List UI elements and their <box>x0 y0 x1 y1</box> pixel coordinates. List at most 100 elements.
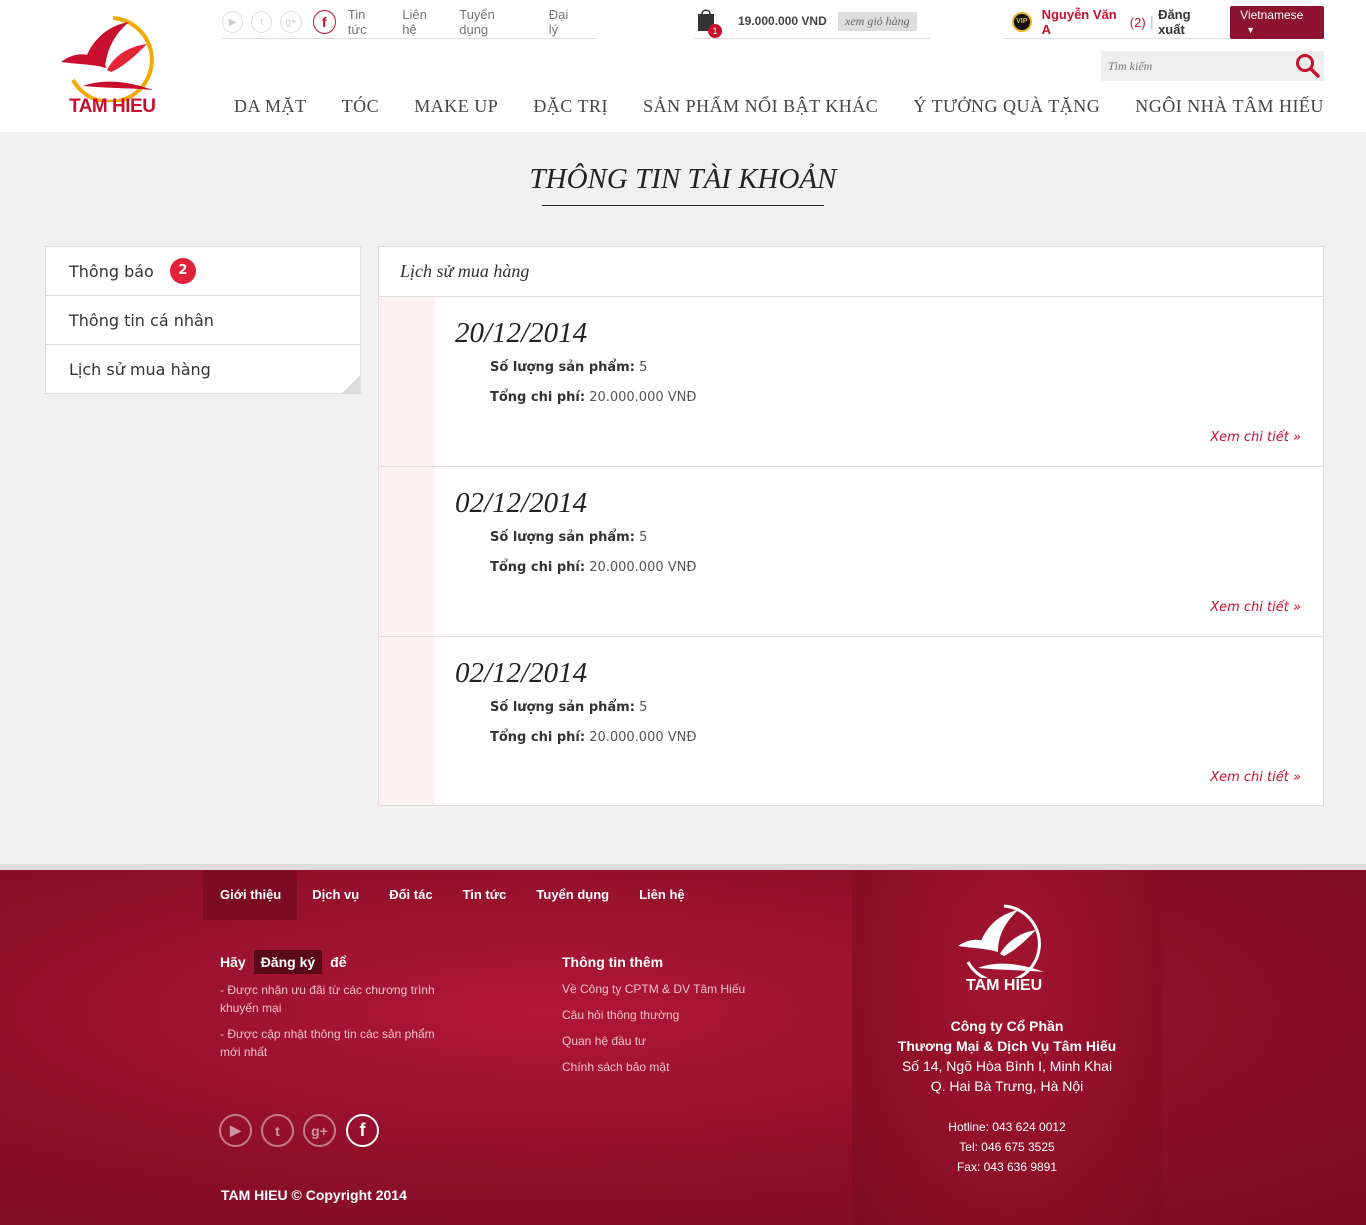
footer-nav-news[interactable]: Tin tức <box>448 870 522 920</box>
register-suffix: để <box>330 954 347 970</box>
search-input[interactable] <box>1101 51 1291 81</box>
top-link-careers[interactable]: Tuyển dụng <box>459 7 525 37</box>
company-address-line: Q. Hai Bà Trưng, Hà Nội <box>930 1078 1084 1094</box>
user-name-link[interactable]: Nguyễn Văn A <box>1042 7 1127 37</box>
nav-item-face[interactable]: DA MẶT <box>234 96 307 117</box>
sidebar-item-label: Lịch sử mua hàng <box>69 359 211 379</box>
order-item: 02/12/2014 Số lượng sản phẩm: 5 Tổng chi… <box>379 637 1323 805</box>
register-benefit: - Được cập nhật thông tin các sản phẩm m… <box>220 1027 435 1059</box>
sidebar-item-label: Thông tin cá nhân <box>69 310 214 330</box>
account-sidebar: Thông báo 2 Thông tin cá nhân Lịch sử mu… <box>45 246 361 394</box>
order-quantity: Số lượng sản phẩm: 5 <box>490 530 647 545</box>
google-plus-icon[interactable]: g+ <box>303 1114 336 1147</box>
title-underline <box>542 205 824 206</box>
company-info: Công ty Cổ Phần Thương Mại & Dịch Vụ Tâm… <box>852 1016 1162 1096</box>
hotline: Hotline: 043 624 0012 <box>948 1120 1066 1134</box>
vip-icon: VIP <box>1012 12 1032 32</box>
footer-logo-text: TAM HIEU <box>966 977 1043 994</box>
company-contacts: Hotline: 043 624 0012 Tel: 046 675 3525 … <box>852 1117 1162 1177</box>
quantity-value: 5 <box>639 700 648 715</box>
top-link-dealers[interactable]: Đại lý <box>549 7 580 37</box>
panel-title: Lịch sử mua hàng <box>379 247 1323 297</box>
page-title: THÔNG TIN TÀI KHOẢN <box>529 163 837 195</box>
footer-register: Hãy Đăng ký để <box>220 950 347 974</box>
view-detail-link[interactable]: Xem chi tiết » <box>1210 770 1301 785</box>
register-button[interactable]: Đăng ký <box>253 950 323 974</box>
register-prefix: Hãy <box>220 954 246 970</box>
cart-count-badge: 1 <box>708 24 722 38</box>
user-separator: | <box>1149 14 1155 30</box>
order-quantity: Số lượng sản phẩm: 5 <box>490 360 647 375</box>
youtube-icon[interactable]: ▶ <box>222 11 244 33</box>
purchase-history-panel: Lịch sử mua hàng 20/12/2014 Số lượng sản… <box>378 246 1324 806</box>
order-date: 02/12/2014 <box>455 487 588 519</box>
order-cost: Tổng chi phí: 20.000.000 VNĐ <box>490 390 696 405</box>
view-detail-link[interactable]: Xem chi tiết » <box>1210 430 1301 445</box>
facebook-icon[interactable]: f <box>312 10 336 34</box>
twitter-icon[interactable]: t <box>251 11 273 33</box>
language-select[interactable]: Vietnamese ▼ <box>1230 5 1324 39</box>
footer-nav-about[interactable]: Giới thiệu <box>203 870 298 920</box>
google-plus-icon[interactable]: g+ <box>280 11 302 33</box>
site-logo[interactable]: TAM HIEU <box>55 12 165 120</box>
language-label: Vietnamese <box>1240 7 1304 22</box>
footer-nav-partners[interactable]: Đối tác <box>374 870 447 920</box>
youtube-icon[interactable]: ▶ <box>219 1114 252 1147</box>
nav-item-gift-ideas[interactable]: Ý TƯỞNG QUÀ TẶNG <box>913 96 1100 117</box>
top-link-news[interactable]: Tin tức <box>348 7 386 37</box>
footer-nav-contact[interactable]: Liên hệ <box>624 870 700 920</box>
active-corner-marker <box>342 375 360 393</box>
more-info-link[interactable]: Về Công ty CPTM & DV Tâm Hiếu <box>562 982 745 996</box>
user-bar: VIP Nguyễn Văn A (2) | Đăng xuất Vietnam… <box>1004 5 1324 39</box>
facebook-icon[interactable]: f <box>346 1114 379 1147</box>
sidebar-item-notifications[interactable]: Thông báo 2 <box>46 247 360 296</box>
cart-total: 19.000.000 VND <box>738 14 827 28</box>
order-quantity: Số lượng sản phẩm: 5 <box>490 700 647 715</box>
view-detail-link[interactable]: Xem chi tiết » <box>1210 600 1301 615</box>
nav-item-featured[interactable]: SẢN PHẨM NỔI BẬT KHÁC <box>643 96 878 117</box>
order-strip <box>379 467 435 636</box>
quantity-value: 5 <box>639 530 648 545</box>
cost-label: Tổng chi phí: <box>490 730 586 745</box>
nav-item-makeup[interactable]: MAKE UP <box>414 96 498 117</box>
order-date: 02/12/2014 <box>455 657 588 689</box>
logo-mark-icon <box>958 904 1044 984</box>
cart-bar: 1 19.000.000 VND xem giỏ hàng <box>694 6 931 39</box>
nav-item-tam-hieu-house[interactable]: NGÔI NHÀ TÂM HIẾU <box>1135 96 1324 117</box>
order-date: 20/12/2014 <box>455 317 588 349</box>
footer-nav-services[interactable]: Dịch vụ <box>297 870 374 920</box>
site-header: TAM HIEU ▶ t g+ f Tin tức Liên hệ Tuyển … <box>0 0 1366 132</box>
more-info-link[interactable]: Câu hỏi thông thường <box>562 1008 679 1022</box>
footer-nav-careers[interactable]: Tuyển dụng <box>521 870 624 920</box>
view-cart-button[interactable]: xem giỏ hàng <box>838 12 917 31</box>
cost-value: 20.000.000 VNĐ <box>589 730 697 745</box>
order-cost: Tổng chi phí: 20.000.000 VNĐ <box>490 730 696 745</box>
fax: Fax: 043 636 9891 <box>956 1160 1058 1174</box>
logout-link[interactable]: Đăng xuất <box>1158 7 1219 37</box>
search-box <box>1101 51 1324 81</box>
sidebar-item-purchase-history[interactable]: Lịch sử mua hàng <box>46 345 360 393</box>
logo-mark-icon <box>61 16 154 104</box>
order-item: 20/12/2014 Số lượng sản phẩm: 5 Tổng chi… <box>379 297 1323 467</box>
quantity-label: Số lượng sản phẩm: <box>490 360 635 375</box>
more-info-title: Thông tin thêm <box>562 954 664 970</box>
more-info-link[interactable]: Chính sách bảo mật <box>562 1060 669 1074</box>
nav-item-hair[interactable]: TÓC <box>342 96 380 117</box>
more-info-link[interactable]: Quan hệ đầu tư <box>562 1034 646 1048</box>
top-link-contact[interactable]: Liên hệ <box>402 7 443 37</box>
cost-value: 20.000.000 VNĐ <box>589 390 697 405</box>
cost-label: Tổng chi phí: <box>490 560 586 575</box>
order-cost: Tổng chi phí: 20.000.000 VNĐ <box>490 560 696 575</box>
register-benefit: - Được nhận ưu đãi từ các chương trình k… <box>220 983 435 1015</box>
sidebar-item-personal-info[interactable]: Thông tin cá nhân <box>46 296 360 345</box>
search-icon[interactable] <box>1295 53 1321 79</box>
footer-logo[interactable]: TAM HIEU <box>952 902 1052 1002</box>
logo-text: TAM HIEU <box>69 96 156 117</box>
order-strip <box>379 297 435 466</box>
footer-nav: Giới thiệu Dịch vụ Đối tác Tin tức Tuyển… <box>203 870 700 920</box>
twitter-icon[interactable]: t <box>261 1114 294 1147</box>
quantity-value: 5 <box>639 360 648 375</box>
user-notification-count[interactable]: (2) <box>1130 15 1146 30</box>
company-name-line: Công ty Cổ Phần <box>950 1018 1064 1034</box>
nav-item-treatment[interactable]: ĐẶC TRỊ <box>533 96 608 117</box>
